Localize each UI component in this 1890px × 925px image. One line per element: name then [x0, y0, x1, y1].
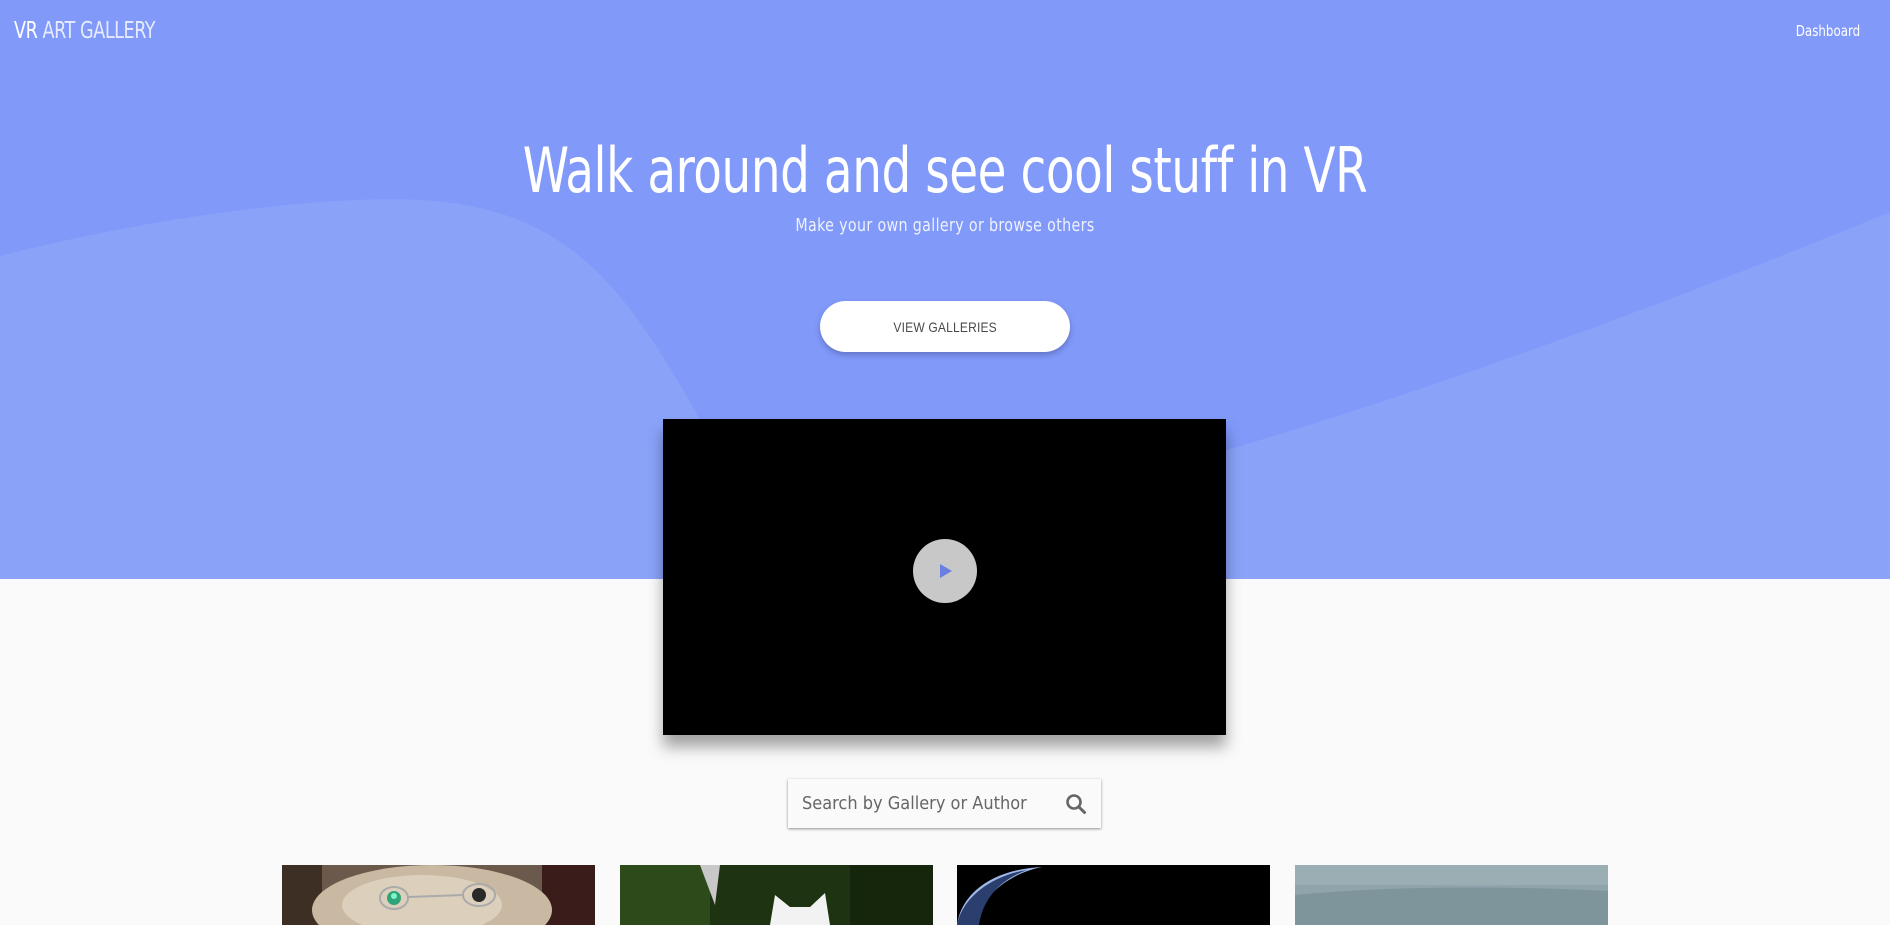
- gallery-thumbnail-planet: [957, 865, 1270, 925]
- gallery-card-2[interactable]: [620, 865, 933, 925]
- brand-logo[interactable]: VR ART GALLERY: [14, 18, 156, 44]
- gallery-thumbnail-dog: [282, 865, 595, 925]
- brand-suffix: ART GALLERY: [37, 18, 156, 44]
- gallery-thumbnail-landscape: [1295, 865, 1608, 925]
- gallery-card-1[interactable]: [282, 865, 595, 925]
- brand-prefix: VR: [14, 18, 38, 44]
- gallery-card-4[interactable]: [1295, 865, 1608, 925]
- gallery-card-3[interactable]: [957, 865, 1270, 925]
- top-navigation: VR ART GALLERY Dashboard: [0, 0, 1890, 64]
- view-galleries-button[interactable]: VIEW GALLERIES: [820, 301, 1070, 352]
- play-button[interactable]: [913, 539, 977, 603]
- dashboard-link[interactable]: Dashboard: [1796, 22, 1860, 40]
- search-input[interactable]: [788, 779, 1048, 828]
- search-box: [788, 779, 1101, 828]
- search-icon: [1066, 794, 1086, 814]
- hero-subtitle: Make your own gallery or browse others: [795, 215, 1095, 236]
- gallery-thumbnail-cat: [620, 865, 933, 925]
- video-player[interactable]: [663, 419, 1226, 735]
- hero-title: Walk around and see cool stuff in VR: [522, 134, 1368, 207]
- play-icon: [940, 564, 952, 578]
- gallery-card-grid: [0, 865, 1890, 925]
- view-galleries-label: VIEW GALLERIES: [893, 318, 997, 335]
- search-button[interactable]: [1063, 791, 1089, 817]
